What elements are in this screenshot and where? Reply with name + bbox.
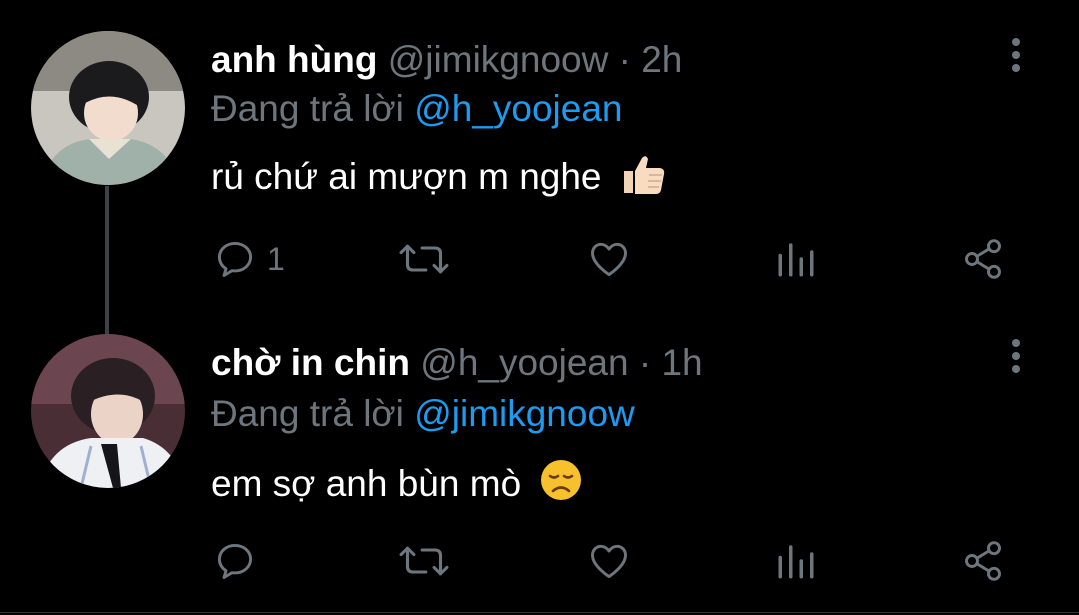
tweet[interactable]: anh hùng @jimikgnoow · 2h Đang trả lời @…: [0, 0, 1079, 334]
tweet-header: chờ in chin @h_yoojean · 1h: [211, 341, 703, 385]
tweet-actions: [0, 536, 1079, 586]
analytics-button[interactable]: [775, 536, 817, 586]
share-icon: [965, 541, 1001, 581]
display-name[interactable]: anh hùng: [211, 39, 377, 80]
replying-to-handle[interactable]: @h_yoojean: [414, 88, 622, 129]
tweet-divider: [0, 612, 1079, 613]
tweet-header: anh hùng @jimikgnoow · 2h: [211, 38, 682, 82]
replying-to: Đang trả lời @h_yoojean: [211, 87, 623, 131]
reply-button[interactable]: [213, 536, 267, 586]
like-icon: [591, 242, 627, 277]
separator-dot: ·: [618, 39, 631, 80]
replying-prefix: Đang trả lời: [211, 88, 404, 129]
like-icon: [591, 544, 627, 579]
thumbs-up-icon: [620, 153, 666, 205]
more-icon[interactable]: [1006, 339, 1026, 379]
analytics-button[interactable]: [775, 234, 817, 284]
user-handle[interactable]: @jimikgnoow: [388, 39, 609, 80]
like-button[interactable]: [586, 234, 632, 284]
avatar[interactable]: [31, 31, 185, 185]
retweet-button[interactable]: [398, 234, 450, 284]
replying-to: Đang trả lời @jimikgnoow: [211, 392, 635, 436]
tweet-text-content: rủ chứ ai mượn m nghe: [211, 156, 602, 197]
separator-dot: ·: [638, 342, 652, 383]
analytics-icon: [778, 545, 814, 579]
tweet-text: rủ chứ ai mượn m nghe: [211, 153, 666, 205]
share-icon: [965, 239, 1001, 279]
tweet-text: em sợ anh bùn mò: [211, 458, 583, 512]
reply-button[interactable]: 1: [213, 234, 285, 284]
share-button[interactable]: [960, 536, 1006, 586]
like-button[interactable]: [586, 536, 632, 586]
tweet-text-content: em sợ anh bùn mò: [211, 463, 522, 504]
tweet-actions: 1: [0, 234, 1079, 284]
analytics-icon: [778, 243, 814, 277]
share-button[interactable]: [960, 234, 1006, 284]
timestamp[interactable]: 2h: [641, 39, 682, 80]
retweet-icon: [399, 546, 449, 576]
avatar[interactable]: [31, 334, 185, 488]
timestamp[interactable]: 1h: [661, 342, 702, 383]
display-name[interactable]: chờ in chin: [211, 342, 410, 383]
tweet[interactable]: chờ in chin @h_yoojean · 1h Đang trả lời…: [0, 305, 1079, 613]
retweet-icon: [399, 244, 449, 274]
more-icon[interactable]: [1006, 38, 1026, 78]
reply-count: 1: [267, 240, 285, 277]
retweet-button[interactable]: [398, 536, 450, 586]
replying-prefix: Đang trả lời: [211, 393, 404, 434]
disappointed-face-icon: [539, 458, 583, 512]
reply-icon: [217, 543, 253, 579]
reply-icon: [217, 241, 253, 277]
user-handle[interactable]: @h_yoojean: [420, 342, 628, 383]
replying-to-handle[interactable]: @jimikgnoow: [414, 393, 635, 434]
